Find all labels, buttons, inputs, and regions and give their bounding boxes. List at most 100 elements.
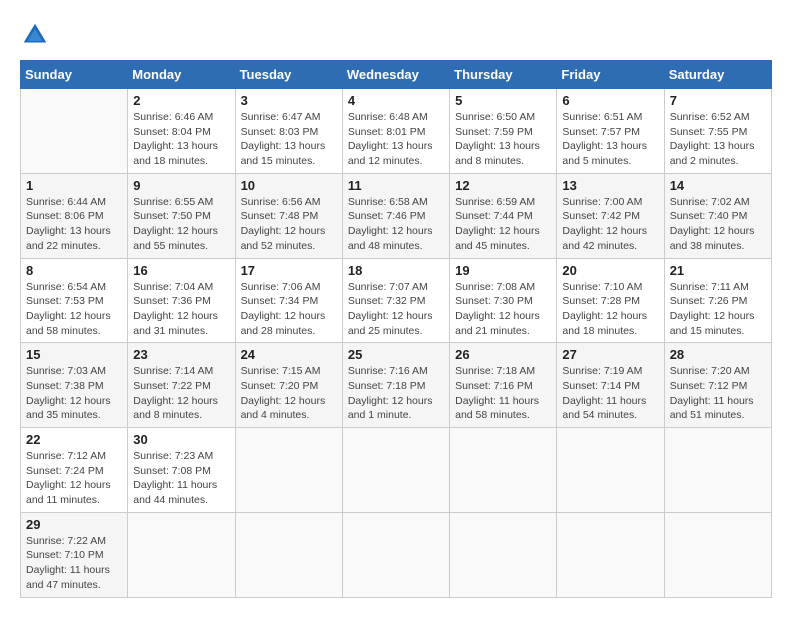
calendar-cell	[235, 428, 342, 513]
calendar-cell: 13Sunrise: 7:00 AM Sunset: 7:42 PM Dayli…	[557, 173, 664, 258]
day-number: 6	[562, 93, 658, 108]
calendar-cell: 15 Sunrise: 7:03 AM Sunset: 7:38 PM Dayli…	[21, 343, 128, 428]
day-info: Sunrise: 6:47 AM Sunset: 8:03 PM Dayligh…	[241, 110, 337, 169]
calendar-cell	[664, 428, 771, 513]
general-blue-logo-icon	[20, 20, 50, 50]
calendar-cell: 29 Sunrise: 7:22 AM Sunset: 7:10 PM Dayli…	[21, 512, 128, 597]
day-number: 9	[133, 178, 229, 193]
weekday-header-thursday: Thursday	[450, 61, 557, 89]
calendar-cell: 9 Sunrise: 6:55 AM Sunset: 7:50 PM Daylig…	[128, 173, 235, 258]
day-info: Sunrise: 6:51 AM Sunset: 7:57 PM Dayligh…	[562, 110, 658, 169]
weekday-header-saturday: Saturday	[664, 61, 771, 89]
day-number: 4	[348, 93, 444, 108]
day-number: 29	[26, 517, 122, 532]
day-info: Sunrise: 7:10 AM Sunset: 7:28 PM Dayligh…	[562, 280, 658, 339]
calendar-cell: 18Sunrise: 7:07 AM Sunset: 7:32 PM Dayli…	[342, 258, 449, 343]
day-number: 30	[133, 432, 229, 447]
calendar-cell: 8Sunrise: 6:54 AM Sunset: 7:53 PM Daylig…	[21, 258, 128, 343]
calendar-cell: 30 Sunrise: 7:23 AM Sunset: 7:08 PM Dayli…	[128, 428, 235, 513]
calendar-cell	[21, 89, 128, 174]
day-info: Sunrise: 7:14 AM Sunset: 7:22 PM Dayligh…	[133, 364, 229, 423]
day-info: Sunrise: 6:52 AM Sunset: 7:55 PM Dayligh…	[670, 110, 766, 169]
calendar-cell: 20 Sunrise: 7:10 AM Sunset: 7:28 PM Dayli…	[557, 258, 664, 343]
logo	[20, 20, 54, 50]
day-number: 27	[562, 347, 658, 362]
calendar-cell: 23 Sunrise: 7:14 AM Sunset: 7:22 PM Dayli…	[128, 343, 235, 428]
calendar-cell: 11Sunrise: 6:58 AM Sunset: 7:46 PM Dayli…	[342, 173, 449, 258]
day-number: 26	[455, 347, 551, 362]
day-info: Sunrise: 6:56 AM Sunset: 7:48 PM Dayligh…	[241, 195, 337, 254]
day-info: Sunrise: 7:03 AM Sunset: 7:38 PM Dayligh…	[26, 364, 122, 423]
calendar-week-row: 22 Sunrise: 7:12 AM Sunset: 7:24 PM Dayli…	[21, 428, 772, 513]
calendar-cell	[235, 512, 342, 597]
day-number: 12	[455, 178, 551, 193]
day-number: 20	[562, 263, 658, 278]
day-number: 11	[348, 178, 444, 193]
calendar-cell: 1 Sunrise: 6:44 AM Sunset: 8:06 PM Daylig…	[21, 173, 128, 258]
day-info: Sunrise: 7:11 AM Sunset: 7:26 PM Dayligh…	[670, 280, 766, 339]
weekday-header-tuesday: Tuesday	[235, 61, 342, 89]
day-info: Sunrise: 7:15 AM Sunset: 7:20 PM Dayligh…	[241, 364, 337, 423]
day-info: Sunrise: 7:16 AM Sunset: 7:18 PM Dayligh…	[348, 364, 444, 423]
day-info: Sunrise: 7:20 AM Sunset: 7:12 PM Dayligh…	[670, 364, 766, 423]
day-number: 2	[133, 93, 229, 108]
day-info: Sunrise: 6:44 AM Sunset: 8:06 PM Dayligh…	[26, 195, 122, 254]
calendar-cell: 19 Sunrise: 7:08 AM Sunset: 7:30 PM Dayli…	[450, 258, 557, 343]
day-info: Sunrise: 7:12 AM Sunset: 7:24 PM Dayligh…	[26, 449, 122, 508]
day-info: Sunrise: 7:23 AM Sunset: 7:08 PM Dayligh…	[133, 449, 229, 508]
day-info: Sunrise: 6:54 AM Sunset: 7:53 PM Dayligh…	[26, 280, 122, 339]
calendar-cell: 24 Sunrise: 7:15 AM Sunset: 7:20 PM Dayli…	[235, 343, 342, 428]
day-number: 1	[26, 178, 122, 193]
day-number: 19	[455, 263, 551, 278]
day-info: Sunrise: 7:04 AM Sunset: 7:36 PM Dayligh…	[133, 280, 229, 339]
calendar-cell: 10 Sunrise: 6:56 AM Sunset: 7:48 PM Dayli…	[235, 173, 342, 258]
day-number: 13	[562, 178, 658, 193]
day-info: Sunrise: 7:08 AM Sunset: 7:30 PM Dayligh…	[455, 280, 551, 339]
calendar-cell: 3 Sunrise: 6:47 AM Sunset: 8:03 PM Daylig…	[235, 89, 342, 174]
weekday-header-wednesday: Wednesday	[342, 61, 449, 89]
day-number: 21	[670, 263, 766, 278]
day-number: 17	[241, 263, 337, 278]
calendar-cell	[450, 428, 557, 513]
calendar-body: 2 Sunrise: 6:46 AM Sunset: 8:04 PM Daylig…	[21, 89, 772, 598]
day-info: Sunrise: 7:19 AM Sunset: 7:14 PM Dayligh…	[562, 364, 658, 423]
calendar-cell: 17 Sunrise: 7:06 AM Sunset: 7:34 PM Dayli…	[235, 258, 342, 343]
day-info: Sunrise: 7:02 AM Sunset: 7:40 PM Dayligh…	[670, 195, 766, 254]
day-info: Sunrise: 7:06 AM Sunset: 7:34 PM Dayligh…	[241, 280, 337, 339]
calendar-cell	[342, 428, 449, 513]
calendar-cell: 4Sunrise: 6:48 AM Sunset: 8:01 PM Daylig…	[342, 89, 449, 174]
day-number: 25	[348, 347, 444, 362]
day-number: 7	[670, 93, 766, 108]
calendar-cell: 22 Sunrise: 7:12 AM Sunset: 7:24 PM Dayli…	[21, 428, 128, 513]
weekday-header-friday: Friday	[557, 61, 664, 89]
day-number: 5	[455, 93, 551, 108]
page-header	[20, 20, 772, 50]
calendar-cell: 26Sunrise: 7:18 AM Sunset: 7:16 PM Dayli…	[450, 343, 557, 428]
day-number: 18	[348, 263, 444, 278]
calendar-week-row: 8Sunrise: 6:54 AM Sunset: 7:53 PM Daylig…	[21, 258, 772, 343]
calendar-cell: 25 Sunrise: 7:16 AM Sunset: 7:18 PM Dayli…	[342, 343, 449, 428]
day-number: 15	[26, 347, 122, 362]
weekday-header-sunday: Sunday	[21, 61, 128, 89]
calendar-cell	[128, 512, 235, 597]
calendar-cell: 2 Sunrise: 6:46 AM Sunset: 8:04 PM Daylig…	[128, 89, 235, 174]
calendar-cell	[342, 512, 449, 597]
day-number: 28	[670, 347, 766, 362]
calendar-table: SundayMondayTuesdayWednesdayThursdayFrid…	[20, 60, 772, 598]
day-number: 3	[241, 93, 337, 108]
day-number: 23	[133, 347, 229, 362]
calendar-cell: 14Sunrise: 7:02 AM Sunset: 7:40 PM Dayli…	[664, 173, 771, 258]
day-number: 24	[241, 347, 337, 362]
calendar-header: SundayMondayTuesdayWednesdayThursdayFrid…	[21, 61, 772, 89]
day-info: Sunrise: 7:22 AM Sunset: 7:10 PM Dayligh…	[26, 534, 122, 593]
calendar-cell: 28 Sunrise: 7:20 AM Sunset: 7:12 PM Dayli…	[664, 343, 771, 428]
calendar-cell	[450, 512, 557, 597]
day-number: 10	[241, 178, 337, 193]
day-info: Sunrise: 6:55 AM Sunset: 7:50 PM Dayligh…	[133, 195, 229, 254]
day-number: 22	[26, 432, 122, 447]
calendar-cell: 6 Sunrise: 6:51 AM Sunset: 7:57 PM Daylig…	[557, 89, 664, 174]
day-info: Sunrise: 6:50 AM Sunset: 7:59 PM Dayligh…	[455, 110, 551, 169]
calendar-week-row: 1 Sunrise: 6:44 AM Sunset: 8:06 PM Daylig…	[21, 173, 772, 258]
day-info: Sunrise: 6:46 AM Sunset: 8:04 PM Dayligh…	[133, 110, 229, 169]
day-number: 16	[133, 263, 229, 278]
